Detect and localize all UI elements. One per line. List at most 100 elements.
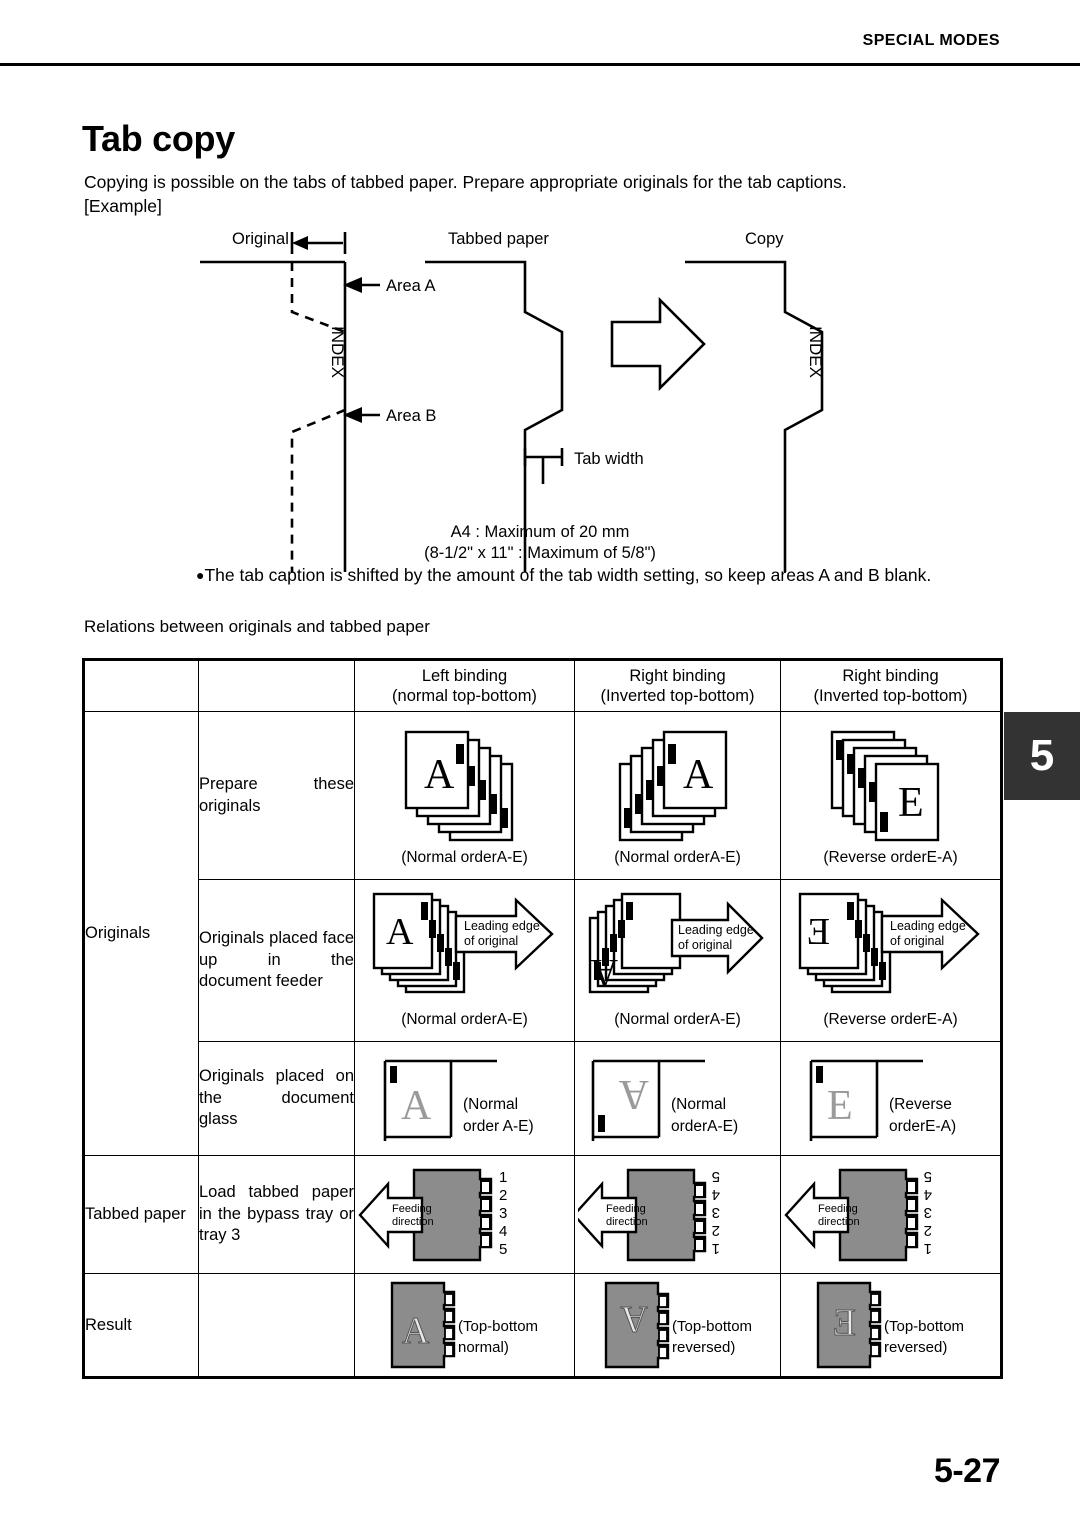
caption-result-right-2-line1: (Top-bottom	[884, 1318, 964, 1335]
diagram-label-area-a: Area A	[386, 277, 436, 295]
table-row-document-glass: Originals placed on the document glass A…	[84, 1041, 1002, 1156]
tab-number-inv-1: 1	[711, 1240, 719, 1257]
illus-glass-right-binding-2: E (Reverse orderE-A)	[780, 1041, 1002, 1156]
illus-result-left-binding: A (Top-bottom normal)	[354, 1273, 575, 1378]
diagram-label-index-original: INDEX	[328, 326, 347, 378]
illus-load-right-binding-2: Feeding direction 5 4 3 2 1	[780, 1155, 1002, 1274]
header-title: SPECIAL MODES	[862, 32, 1000, 49]
arrow-label-leading-edge-line2-c2: of original	[678, 938, 732, 952]
tab-number-inv2-3: 3	[923, 1204, 931, 1221]
group-label-result: Result	[83, 1273, 199, 1378]
note-inch-max: (8-1/2" x 11" : Maximum of 5/8")	[424, 544, 656, 562]
svg-text:A: A	[401, 1083, 432, 1129]
header-right-binding-1-line1: Right binding	[629, 666, 726, 685]
caption-glass-right-2-line1: (Reverse	[889, 1096, 952, 1113]
svg-text:A: A	[620, 1298, 648, 1340]
diagram-label-copy: Copy	[745, 230, 784, 248]
tab-number-2: 2	[499, 1187, 507, 1204]
intro-paragraph: Copying is possible on the tabs of tabbe…	[84, 172, 847, 192]
tab-copy-example-diagram: Original Tabbed paper Copy Area A Area B…	[180, 222, 900, 572]
arrow-label-leading-edge-line1-c2: Leading edge	[678, 923, 754, 937]
header-cell-left-binding: Left binding (normal top-bottom)	[354, 659, 575, 712]
illus-load-left-binding: Feeding direction 1 2 3 4 5	[354, 1155, 575, 1274]
tab-number-inv2-5: 5	[923, 1168, 931, 1185]
desc-document-glass: Originals placed on the document glass	[198, 1041, 355, 1156]
illus-prepare-right-binding-2: E (Reverse orderE-A)	[780, 711, 1002, 880]
caption-feeder-right-1: (Normal orderA-E)	[614, 1011, 741, 1028]
svg-text:A: A	[618, 1071, 649, 1117]
diagram-label-original: Original	[232, 230, 289, 248]
svg-text:A: A	[424, 752, 455, 798]
tab-number-inv-3: 3	[711, 1204, 719, 1221]
feeding-direction-label-line2-c2: direction	[606, 1216, 648, 1228]
tab-number-1: 1	[499, 1169, 507, 1186]
caption-feeder-right-2: (Reverse orderE-A)	[823, 1011, 958, 1028]
caption-glass-right-2-line2: orderE-A)	[889, 1118, 956, 1135]
table-row-document-feeder: Originals placed face up in the document…	[84, 879, 1002, 1042]
header-left-binding-line2: (normal top-bottom)	[392, 687, 537, 705]
header-cell-blank-1	[83, 659, 199, 712]
tab-number-inv2-2: 2	[923, 1222, 931, 1239]
feeding-direction-label-line2-c3: direction	[818, 1216, 860, 1228]
svg-text:A: A	[590, 951, 618, 993]
diagram-label-tab-width: Tab width	[574, 450, 644, 468]
desc-document-feeder-head: Originals placed face up in the	[199, 928, 354, 969]
tab-number-3: 3	[499, 1205, 507, 1222]
caption-result-right-1-line2: reversed)	[672, 1339, 735, 1356]
desc-document-glass-head: Originals placed on the document	[199, 1066, 354, 1107]
header-left-binding-line1: Left binding	[421, 666, 508, 685]
table-row-tabbed-paper: Tabbed paper Load tabbed paper in the by…	[83, 1155, 1002, 1274]
header-cell-right-binding-2: Right binding (Inverted top-bottom)	[780, 659, 1002, 712]
illus-prepare-right-binding-1: A (Normal orderA-E)	[574, 711, 781, 880]
svg-text:E: E	[827, 1083, 853, 1129]
result-desc-blank	[198, 1273, 355, 1378]
desc-document-feeder-tail: document feeder	[199, 972, 323, 991]
page-header: SPECIAL MODES	[0, 0, 1080, 70]
caption-glass-right-1-line1: (Normal	[671, 1096, 726, 1113]
svg-text:A: A	[402, 1310, 430, 1352]
caption-result-left-line1: (Top-bottom	[458, 1318, 538, 1335]
tab-caption-note-text: The tab caption is shifted by the amount…	[204, 565, 932, 585]
chapter-marker: 5	[1004, 712, 1080, 800]
illus-glass-left-binding: A (Normal order A-E)	[354, 1041, 575, 1156]
header-rule	[0, 63, 1080, 66]
desc-prepare-originals: Prepare these originals	[198, 711, 355, 880]
caption-prepare-left: (Normal orderA-E)	[401, 849, 528, 866]
desc-document-feeder: Originals placed face up in the document…	[198, 879, 355, 1042]
tab-number-inv-2: 2	[711, 1222, 719, 1239]
feeding-direction-label-line1-c2: Feeding	[606, 1203, 646, 1215]
table-row-prepare-originals: Originals Prepare these originals A (Nor…	[83, 711, 1002, 1156]
diagram-label-area-b: Area B	[386, 407, 436, 425]
illus-feeder-left-binding: A Leading edge of original (Normal order…	[354, 879, 575, 1042]
header-cell-right-binding-1: Right binding (Inverted top-bottom)	[574, 659, 781, 712]
tab-number-inv2-4: 4	[923, 1186, 931, 1203]
desc-load-tabbed-paper: Load tabbed paper in the bypass tray or …	[198, 1155, 355, 1274]
desc-load-tabbed-paper-head: Load tabbed paper in the bypass tray or	[199, 1182, 354, 1223]
illus-result-right-binding-1: A (Top-bottom reversed)	[574, 1273, 781, 1378]
table-row-result: Result A (Top-bottom normal) A (Top-bott…	[83, 1273, 1002, 1378]
desc-prepare-originals-head: Prepare these	[199, 774, 354, 793]
svg-text:A: A	[683, 752, 714, 798]
illus-load-right-binding-1: Feeding direction 5 4 3 2 1	[574, 1155, 781, 1274]
feeding-direction-label-line1-c1: Feeding	[392, 1203, 432, 1215]
illus-glass-right-binding-1: A (Normal orderA-E)	[574, 1041, 781, 1156]
page-title: Tab copy	[82, 118, 235, 159]
svg-text:A: A	[386, 911, 414, 953]
feeding-direction-label-line2-c1: direction	[392, 1216, 434, 1228]
caption-result-left-line2: normal)	[458, 1339, 509, 1356]
table-header-row: Left binding (normal top-bottom) Right b…	[83, 659, 1002, 712]
feeding-direction-label-line1-c3: Feeding	[818, 1203, 858, 1215]
diagram-label-tabbed-paper: Tabbed paper	[448, 230, 549, 248]
tab-caption-note: ●The tab caption is shifted by the amoun…	[196, 565, 931, 586]
page-number: 5-27	[933, 1452, 1001, 1490]
desc-document-glass-tail: glass	[199, 1110, 238, 1129]
caption-result-right-2-line2: reversed)	[884, 1339, 947, 1356]
svg-text:E: E	[832, 1302, 855, 1344]
tab-number-inv-5: 5	[711, 1168, 719, 1185]
desc-load-tabbed-paper-tail: tray 3	[199, 1226, 241, 1245]
illus-feeder-right-binding-1: A Leading edge of original (Normal order…	[574, 879, 781, 1042]
header-right-binding-2-line1: Right binding	[842, 666, 939, 685]
tab-number-inv2-1: 1	[923, 1240, 931, 1257]
caption-result-right-1-line1: (Top-bottom	[672, 1318, 752, 1335]
arrow-label-leading-edge-line2-c1: of original	[464, 934, 518, 948]
